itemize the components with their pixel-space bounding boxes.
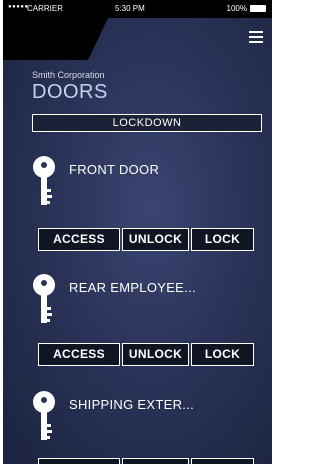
door-actions: ACCESS UNLOCK LOCK (38, 228, 256, 251)
door-actions (38, 458, 256, 464)
door-item: REAR EMPLOYEE... (3, 273, 272, 353)
lock-button[interactable] (191, 458, 254, 464)
door-item: SHIPPING EXTER... (3, 390, 272, 464)
carrier-label: CARRIER (27, 4, 64, 13)
access-button[interactable] (38, 458, 120, 464)
time-label: 5:30 PM (115, 4, 145, 13)
status-bar: ●●●●● CARRIER 5:30 PM 100% (3, 0, 272, 18)
page-title: DOORS (32, 81, 108, 103)
signal-dots: ●●●●● (8, 4, 29, 10)
door-item: FRONT DOOR (3, 155, 272, 235)
door-actions: ACCESS UNLOCK LOCK (38, 343, 256, 366)
unlock-button[interactable]: UNLOCK (122, 228, 189, 251)
key-icon (33, 391, 55, 440)
key-icon (33, 274, 55, 323)
key-icon (33, 156, 55, 205)
unlock-button[interactable] (122, 458, 189, 464)
header-wedge (3, 18, 108, 60)
door-name: REAR EMPLOYEE... (69, 280, 196, 295)
lock-button[interactable]: LOCK (191, 343, 254, 366)
menu-icon[interactable] (249, 31, 263, 43)
battery-status: 100% (227, 4, 266, 13)
lock-button[interactable]: LOCK (191, 228, 254, 251)
unlock-button[interactable]: UNLOCK (122, 343, 189, 366)
door-name: SHIPPING EXTER... (69, 397, 195, 412)
door-name: FRONT DOOR (69, 162, 160, 177)
access-button[interactable]: ACCESS (38, 343, 120, 366)
battery-percent: 100% (226, 4, 247, 13)
company-name: Smith Corporation (32, 70, 105, 80)
access-button[interactable]: ACCESS (38, 228, 120, 251)
phone-screen: ●●●●● CARRIER 5:30 PM 100% Smith Corpora… (3, 0, 272, 464)
battery-icon (250, 5, 266, 12)
lockdown-button[interactable]: LOCKDOWN (32, 114, 262, 132)
